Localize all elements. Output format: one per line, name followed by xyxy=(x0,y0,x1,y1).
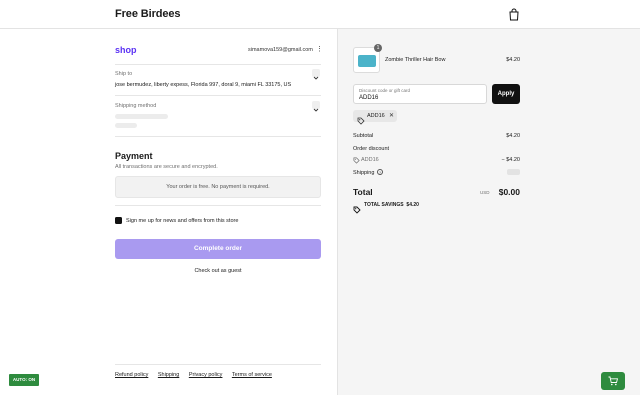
account-email: simamova159@gmail.com xyxy=(248,47,313,53)
applied-discount-code: ADD16 xyxy=(367,113,385,119)
product-image xyxy=(358,55,376,67)
privacy-policy-link[interactable]: Privacy policy xyxy=(189,372,223,378)
complete-order-button[interactable]: Complete order xyxy=(115,239,321,259)
apply-discount-button[interactable]: Apply xyxy=(492,84,520,104)
shop-logo: shop xyxy=(115,45,137,55)
autocoupon-badge[interactable]: AUTO: ON xyxy=(9,374,39,386)
refund-policy-link[interactable]: Refund policy xyxy=(115,372,148,378)
header: Free Birdees xyxy=(0,0,640,29)
payment-subtitle: All transactions are secure and encrypte… xyxy=(115,164,218,170)
total-label: Total xyxy=(353,187,373,197)
info-icon[interactable]: ? xyxy=(377,169,383,175)
loading-skeleton xyxy=(115,114,168,119)
shipping-label: Shipping xyxy=(353,170,375,176)
footer-links: Refund policy Shipping Privacy policy Te… xyxy=(115,372,280,378)
newsletter-checkbox[interactable] xyxy=(115,217,122,229)
cart-fab-button[interactable] xyxy=(601,372,625,390)
close-icon[interactable]: ✕ xyxy=(389,112,394,119)
terms-of-service-link[interactable]: Terms of service xyxy=(232,372,272,378)
divider xyxy=(115,95,321,96)
cart-icon xyxy=(608,376,618,386)
total-savings-value: $4.20 xyxy=(406,202,419,208)
divider xyxy=(115,136,321,137)
chevron-down-icon[interactable] xyxy=(312,101,320,112)
discount-code-field[interactable]: Discount code or gift card ADD16 xyxy=(353,84,487,104)
product-price: $4.20 xyxy=(506,57,520,63)
chevron-down-icon[interactable] xyxy=(312,69,320,80)
total-savings-label: TOTAL SAVINGS xyxy=(364,202,404,208)
loading-skeleton xyxy=(115,123,137,128)
total-currency: USD xyxy=(480,190,490,195)
savings-tag-icon xyxy=(353,201,361,214)
free-order-notice: Your order is free. No payment is requir… xyxy=(115,176,321,198)
subtotal-label: Subtotal xyxy=(353,133,374,139)
store-name[interactable]: Free Birdees xyxy=(115,8,181,20)
newsletter-label[interactable]: Sign me up for news and offers from this… xyxy=(126,218,238,224)
total-savings: TOTAL SAVINGS $4.20 xyxy=(364,202,419,208)
ship-to-address: jose bermudez, liberty expess, Florida 9… xyxy=(115,82,292,88)
discount-code-label: ADD16 xyxy=(361,157,379,163)
tag-icon xyxy=(357,112,365,125)
divider xyxy=(115,364,321,365)
discount-value: − $4.20 xyxy=(501,157,520,163)
discount-field-label: Discount code or gift card xyxy=(359,88,411,93)
subtotal-value: $4.20 xyxy=(506,133,520,139)
order-discount-label: Order discount xyxy=(353,146,390,152)
applied-discount-chip: ADD16 ✕ xyxy=(353,110,397,125)
divider xyxy=(115,64,321,65)
quantity-badge: 1 xyxy=(374,44,382,52)
shipping-method-label: Shipping method xyxy=(115,103,157,109)
shopping-bag-icon[interactable] xyxy=(508,8,520,21)
shipping-policy-link[interactable]: Shipping xyxy=(158,372,179,378)
tag-icon xyxy=(353,157,361,166)
discount-field-value[interactable]: ADD16 xyxy=(359,95,378,101)
total-value: $0.00 xyxy=(498,187,520,197)
product-name: Zombie Thriller Hair Bow xyxy=(385,57,446,63)
shipping-value-skeleton xyxy=(507,169,520,175)
divider xyxy=(115,205,321,206)
ship-to-label: Ship to xyxy=(115,71,133,77)
payment-title: Payment xyxy=(115,151,153,161)
account-menu-icon[interactable]: ⋮ xyxy=(316,46,323,53)
